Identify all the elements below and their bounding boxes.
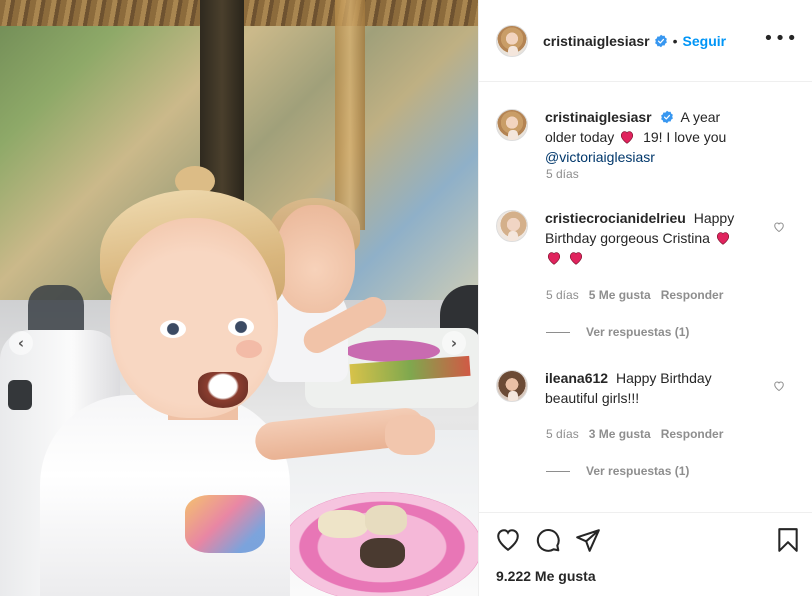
reply-button[interactable]: Responder <box>661 427 724 441</box>
comment-meta: 5 días 3 Me gusta Responder <box>546 427 723 441</box>
comment-text: cristiecrocianidelrieu Happy Birthday go… <box>545 208 745 268</box>
follow-button[interactable]: Seguir <box>683 33 727 49</box>
view-replies-button[interactable]: Ver respuestas (1) <box>546 464 689 478</box>
comment-username[interactable]: cristiecrocianidelrieu <box>545 210 686 226</box>
post-photo: ‹ › <box>0 0 478 596</box>
photo-child-eye <box>160 320 186 338</box>
author-avatar[interactable] <box>496 24 528 57</box>
comment-item: cristiecrocianidelrieu Happy Birthday go… <box>496 208 796 268</box>
photo-child-hand <box>385 415 435 455</box>
reply-button[interactable]: Responder <box>661 288 724 302</box>
author-avatar[interactable] <box>496 109 528 141</box>
photo-child-mouth <box>198 372 248 408</box>
heart-emoji-icon <box>546 250 562 265</box>
heart-emoji-icon <box>568 250 584 265</box>
post-actions-bar: 9.222 Me gusta <box>479 512 812 596</box>
photo-child-face <box>110 218 278 418</box>
caption-username[interactable]: cristinaiglesiasr <box>545 109 652 125</box>
photo-shirt-print <box>185 495 265 553</box>
photo-child-eye <box>228 318 254 336</box>
separator-dot: • <box>672 32 678 49</box>
comment-timestamp[interactable]: 5 días <box>546 288 579 302</box>
save-bookmark-icon[interactable] <box>775 527 801 553</box>
comment-like-count[interactable]: 5 Me gusta <box>589 288 651 302</box>
view-replies-label: Ver respuestas (1) <box>586 464 690 478</box>
caption-body: 19! I love you <box>643 129 727 145</box>
photo-cake <box>365 505 407 535</box>
photo-cake <box>318 510 368 538</box>
more-options-icon[interactable]: ••• <box>763 28 798 49</box>
heart-emoji-icon <box>619 129 635 144</box>
share-paper-plane-icon[interactable] <box>575 527 601 553</box>
commenter-avatar[interactable] <box>496 210 528 242</box>
likes-count[interactable]: 9.222 Me gusta <box>496 568 596 584</box>
photo-cake <box>360 538 405 568</box>
comment-bubble-icon[interactable] <box>535 527 561 553</box>
post-header: cristinaiglesiasr • Seguir ••• <box>479 0 812 82</box>
caption-mention-link[interactable]: @victoriaiglesiasr <box>545 149 655 165</box>
photo-child2-head <box>275 205 355 313</box>
like-heart-outline-icon[interactable] <box>495 527 521 553</box>
comment-like-heart-outline-icon[interactable] <box>773 380 785 392</box>
caption-meta: 5 días <box>546 167 579 181</box>
comment-timestamp[interactable]: 5 días <box>546 427 579 441</box>
view-replies-label: Ver respuestas (1) <box>586 325 690 339</box>
replies-divider <box>546 470 570 472</box>
photo-child-cheek <box>236 340 262 358</box>
verified-badge-icon <box>654 34 668 48</box>
carousel-next-button[interactable]: › <box>442 331 466 355</box>
comment-like-count[interactable]: 3 Me gusta <box>589 427 651 441</box>
comment-username[interactable]: ileana612 <box>545 370 608 386</box>
caption: cristinaiglesiasr A year older today 19!… <box>496 107 796 167</box>
caption-text: cristinaiglesiasr A year older today 19!… <box>545 107 745 167</box>
author-username[interactable]: cristinaiglesiasr <box>543 33 650 49</box>
caption-timestamp[interactable]: 5 días <box>546 167 579 181</box>
comment-like-heart-outline-icon[interactable] <box>773 221 785 233</box>
post-side-panel: cristinaiglesiasr • Seguir ••• cristinai… <box>478 0 812 596</box>
heart-emoji-icon <box>715 230 731 245</box>
verified-badge-icon <box>660 110 674 124</box>
comment-meta: 5 días 5 Me gusta Responder <box>546 288 723 302</box>
photo-highchair-strap <box>8 380 32 410</box>
photo-child-body <box>40 395 290 596</box>
commenter-avatar[interactable] <box>496 370 528 402</box>
photo-pole <box>335 0 365 230</box>
view-replies-button[interactable]: Ver respuestas (1) <box>546 325 689 339</box>
comments-list[interactable]: cristinaiglesiasr A year older today 19!… <box>479 83 812 511</box>
carousel-prev-button[interactable]: ‹ <box>9 331 33 355</box>
replies-divider <box>546 331 570 333</box>
comment-item: ileana612 Happy Birthday beautiful girls… <box>496 368 796 408</box>
comment-text: ileana612 Happy Birthday beautiful girls… <box>545 368 745 408</box>
